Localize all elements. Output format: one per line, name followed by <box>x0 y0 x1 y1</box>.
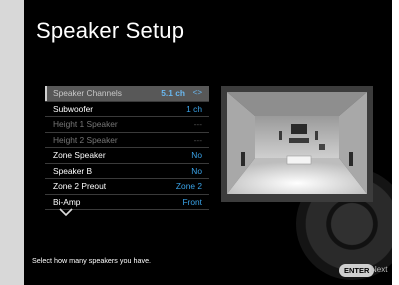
menu-item-value: 1 ch <box>186 103 202 114</box>
next-label: Next <box>371 265 388 274</box>
menu-item-label: Speaker Channels <box>53 88 122 98</box>
chevron-down-icon[interactable] <box>59 207 73 217</box>
menu-item-value: No <box>191 165 202 176</box>
speaker-layout-illustration <box>221 86 373 202</box>
menu-item-label: Zone Speaker <box>53 150 106 160</box>
menu-item-subwoofer[interactable]: Subwoofer 1 ch <box>45 102 209 117</box>
menu-item-label: Height 2 Speaker <box>53 134 118 145</box>
menu-item-label: Speaker B <box>53 165 93 176</box>
menu-item-label: Subwoofer <box>53 103 94 114</box>
settings-menu: Speaker Channels 5.1 ch <> Subwoofer 1 c… <box>45 86 209 210</box>
menu-item-label: Zone 2 Preout <box>53 181 107 191</box>
tv-screen: Speaker Setup Speaker Channels 5.1 ch <>… <box>24 0 392 285</box>
menu-item-value: --- <box>193 119 202 129</box>
menu-item-label: Height 1 Speaker <box>53 119 118 129</box>
menu-item-height-1-speaker: Height 1 Speaker --- <box>45 117 209 133</box>
menu-item-speaker-b[interactable]: Speaker B No <box>45 164 209 179</box>
help-text: Select how many speakers you have. <box>32 256 152 265</box>
menu-item-speaker-channels[interactable]: Speaker Channels 5.1 ch <> <box>45 86 209 102</box>
menu-item-value: 5.1 ch <box>161 88 185 98</box>
left-right-arrows-icon[interactable]: <> <box>193 86 202 101</box>
menu-item-height-2-speaker: Height 2 Speaker --- <box>45 133 209 148</box>
menu-item-value: Zone 2 <box>175 181 202 191</box>
enter-button[interactable]: ENTER <box>339 264 375 277</box>
menu-item-value: No <box>191 150 202 160</box>
menu-item-zone-2-preout[interactable]: Zone 2 Preout Zone 2 <box>45 179 209 195</box>
menu-item-value: Front <box>182 196 202 207</box>
frame-edge <box>392 0 399 285</box>
menu-item-value: --- <box>193 134 202 145</box>
page-title: Speaker Setup <box>36 18 185 43</box>
menu-item-zone-speaker[interactable]: Zone Speaker No <box>45 148 209 164</box>
